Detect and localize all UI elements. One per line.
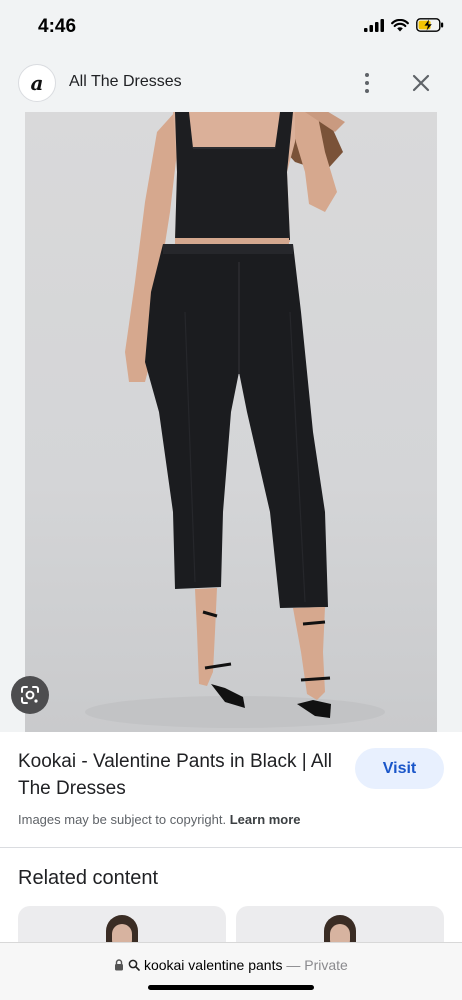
learn-more-link[interactable]: Learn more [230,812,301,827]
more-options-button[interactable] [354,68,380,98]
status-bar: 4:46 [0,0,462,56]
close-icon [412,74,430,92]
battery-charging-icon [416,18,444,32]
more-dot [365,73,369,77]
site-title[interactable]: All The Dresses [69,73,182,91]
visit-button[interactable]: Visit [355,748,444,789]
more-dot [365,81,369,85]
address-separator: — [286,957,301,973]
address-bar[interactable]: kookai valentine pants — Private [0,942,462,1000]
home-indicator [148,985,314,990]
status-icons [364,18,444,32]
section-divider [0,847,462,848]
address-query: kookai valentine pants [143,957,283,973]
model-figure-image [85,112,385,728]
private-mode-label: Private [304,957,348,973]
address-text: kookai valentine pants — Private [0,957,462,973]
close-button[interactable] [406,68,436,98]
product-photo[interactable] [25,112,437,732]
site-header: a All The Dresses [0,56,462,112]
site-favicon[interactable]: a [18,64,56,102]
lock-icon [115,959,124,971]
lens-search-button[interactable] [11,676,49,714]
result-title[interactable]: Kookai - Valentine Pants in Black | All … [18,748,338,802]
status-time: 4:46 [38,16,77,37]
signal-icon [364,18,384,32]
copyright-text: Images may be subject to copyright. [18,812,227,827]
more-dot [365,89,369,93]
wifi-icon [391,18,409,31]
image-viewer [0,112,462,732]
lens-icon [21,686,39,704]
search-icon [128,959,140,971]
copyright-notice: Images may be subject to copyright. Lear… [18,812,301,827]
related-content-heading: Related content [18,867,159,889]
